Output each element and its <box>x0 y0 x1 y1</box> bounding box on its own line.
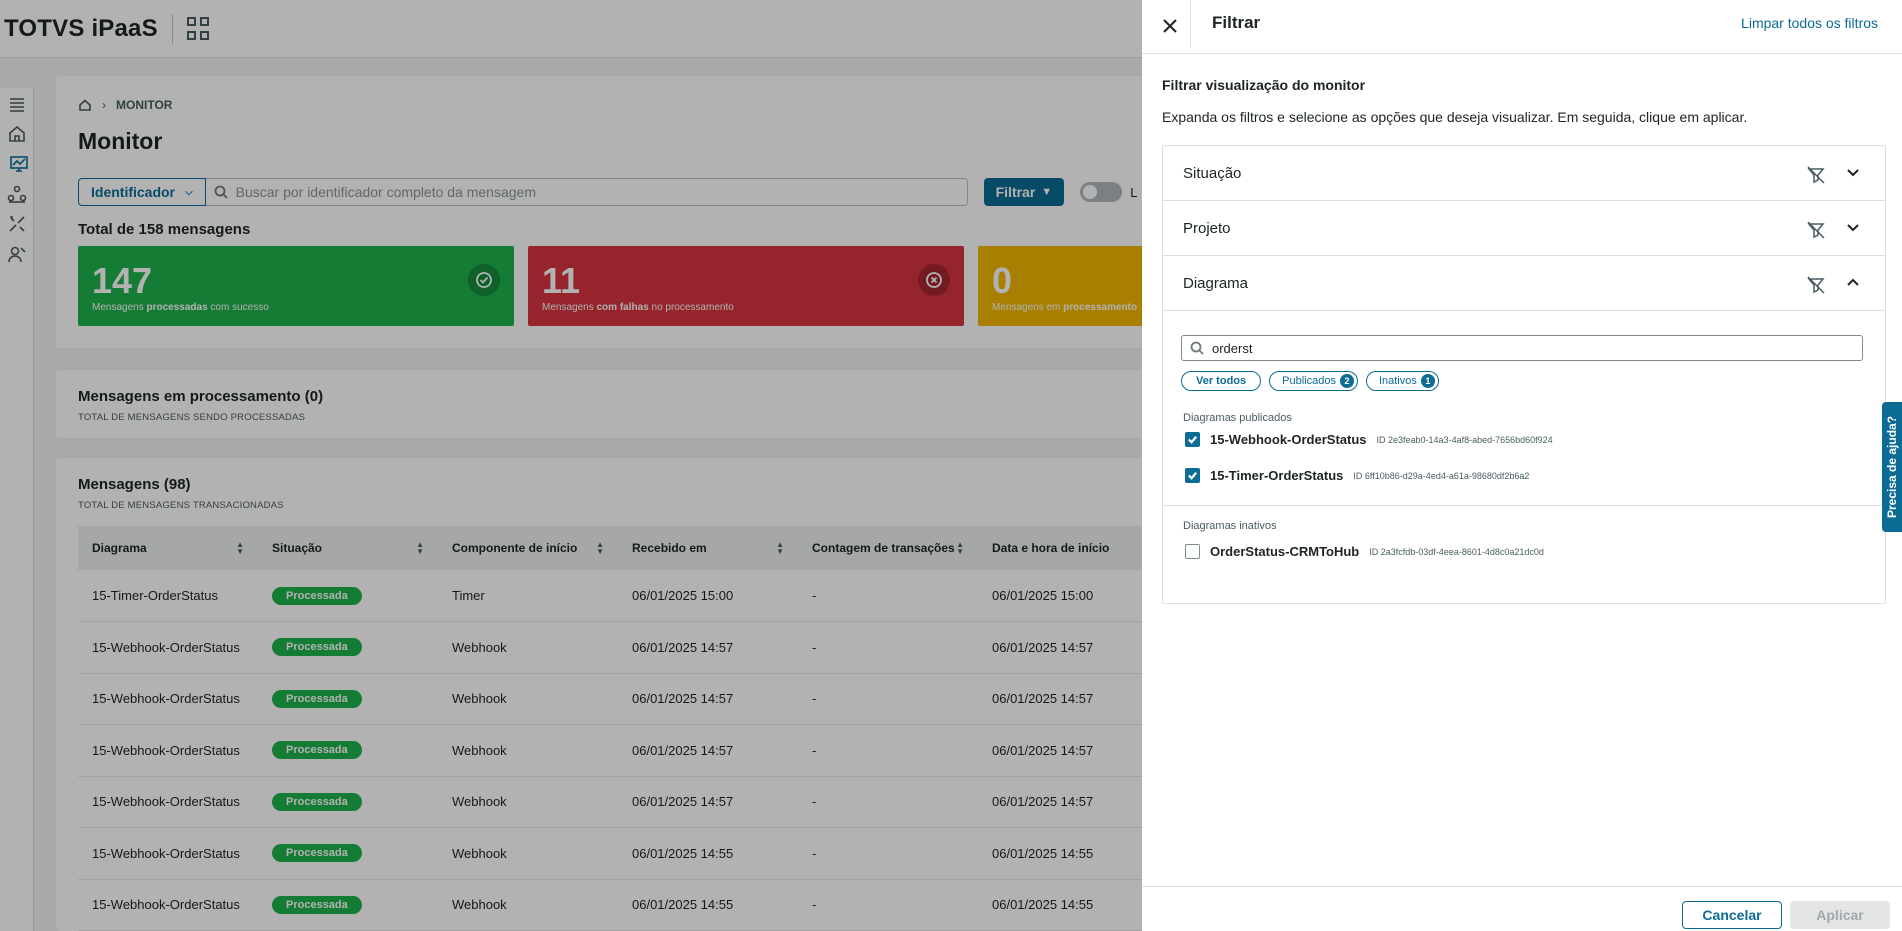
clear-all-filters-link[interactable]: Limpar todos os filtros <box>1741 15 1878 31</box>
filter-accordion: Situação Projeto Diagrama orderst Ver to… <box>1162 145 1886 604</box>
inactive-group-label: Diagramas inativos <box>1183 520 1277 532</box>
diagram-id: ID 2a3fcfdb-03df-4eea-8601-4d8c0a21dc0d <box>1369 546 1544 557</box>
chevron-up-icon[interactable] <box>1845 274 1863 292</box>
published-group-label: Diagramas publicados <box>1183 412 1292 424</box>
search-icon <box>1190 341 1204 355</box>
chip-ver-todos[interactable]: Ver todos <box>1181 371 1262 391</box>
drawer-instructions: Expanda os filtros e selecione as opções… <box>1162 109 1748 125</box>
header-divider <box>1190 0 1191 48</box>
chevron-down-icon[interactable] <box>1845 164 1863 182</box>
drawer-header: Filtrar Limpar todos os filtros <box>1142 0 1902 54</box>
drawer-title: Filtrar <box>1212 13 1261 32</box>
drawer-subtitle: Filtrar visualização do monitor <box>1162 77 1366 93</box>
diagram-option[interactable]: OrderStatus-CRMToHub ID 2a3fcfdb-03df-4e… <box>1185 544 1544 559</box>
diagram-id: ID 2e3feab0-14a3-4af8-abed-7656bd60f924 <box>1376 434 1553 445</box>
accordion-label: Diagrama <box>1183 275 1249 292</box>
diagram-option[interactable]: 15-Timer-OrderStatus ID 6ff10b86-d29a-4e… <box>1185 468 1529 483</box>
chip-label: Inativos <box>1378 375 1417 387</box>
help-tab[interactable]: Precisa de ajuda? <box>1882 402 1902 532</box>
accordion-label: Projeto <box>1183 220 1231 237</box>
group-divider <box>1163 505 1885 506</box>
chip-inativos[interactable]: Inativos 1 <box>1365 371 1439 391</box>
chip-publicados[interactable]: Publicados 2 <box>1269 371 1358 391</box>
accordion-projeto[interactable]: Projeto <box>1163 201 1885 256</box>
no-filter-icon[interactable] <box>1807 221 1825 239</box>
drawer-footer: Cancelar Aplicar <box>1142 886 1902 931</box>
no-filter-icon[interactable] <box>1807 276 1825 294</box>
chip-label: Publicados <box>1282 375 1336 387</box>
diagram-name: 15-Timer-OrderStatus <box>1210 468 1344 483</box>
close-icon[interactable] <box>1156 12 1184 40</box>
chevron-down-icon[interactable] <box>1845 219 1863 237</box>
chip-count: 1 <box>1420 374 1435 388</box>
chip-count: 2 <box>1339 374 1354 388</box>
diagram-name: OrderStatus-CRMToHub <box>1210 544 1360 559</box>
checkbox[interactable] <box>1185 544 1200 559</box>
diagram-chips: Ver todos Publicados 2 Inativos 1 <box>1181 371 1439 391</box>
apply-button[interactable]: Aplicar <box>1790 901 1890 929</box>
checkbox[interactable] <box>1185 468 1200 483</box>
no-filter-icon[interactable] <box>1807 166 1825 184</box>
accordion-situacao[interactable]: Situação <box>1163 146 1885 201</box>
diagram-option[interactable]: 15-Webhook-OrderStatus ID 2e3feab0-14a3-… <box>1185 432 1553 447</box>
diagram-name: 15-Webhook-OrderStatus <box>1210 432 1367 447</box>
accordion-diagrama[interactable]: Diagrama <box>1163 256 1885 311</box>
help-tab-label: Precisa de ajuda? <box>1885 415 1900 519</box>
filter-drawer: Filtrar Limpar todos os filtros Filtrar … <box>1142 0 1902 931</box>
overlay-scrim[interactable] <box>0 0 1142 931</box>
cancel-button[interactable]: Cancelar <box>1682 901 1782 929</box>
diagram-search-value: orderst <box>1212 340 1253 356</box>
diagram-search-input[interactable]: orderst <box>1181 335 1863 361</box>
diagram-id: ID 6ff10b86-d29a-4ed4-a61a-98680df2b6a2 <box>1353 470 1530 481</box>
accordion-label: Situação <box>1183 165 1242 182</box>
checkbox[interactable] <box>1185 432 1200 447</box>
